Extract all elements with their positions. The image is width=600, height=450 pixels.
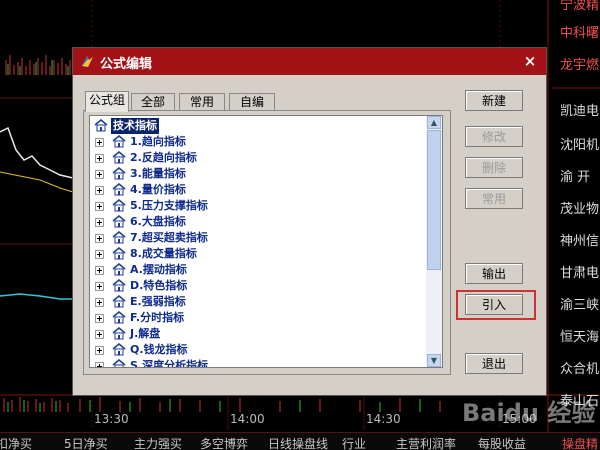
tab-custom[interactable]: 自编 [229,93,275,111]
expand-icon[interactable] [95,330,104,339]
tree-item-label: 7.超买超卖指标 [130,231,208,244]
indicator-tab[interactable]: 操盘精 [562,435,598,450]
indicator-tab[interactable]: 日线操盘线 [268,435,328,450]
stock-name[interactable]: 渝 开 [552,166,600,190]
home-icon [112,263,126,276]
tab-common[interactable]: 常用 [179,93,225,111]
stock-name[interactable]: 沈阳机 [552,134,600,158]
expand-icon[interactable] [95,282,104,291]
new-button[interactable]: 新建 [465,90,523,111]
expand-icon[interactable] [95,266,104,275]
home-icon [112,183,126,196]
scroll-thumb[interactable] [427,130,441,270]
stock-name[interactable]: 恒天海 [552,326,600,350]
export-button[interactable]: 输出 [465,263,523,284]
home-icon [112,151,126,164]
home-icon [112,279,126,292]
delete-button[interactable]: 删除 [465,157,523,178]
stock-name[interactable]: 龙宇燃 [552,54,600,78]
tree-item-label: E.强弱指标 [130,295,186,308]
import-highlight-box [456,290,536,320]
expand-icon[interactable] [95,362,104,367]
stock-name[interactable]: 众合机 [552,358,600,382]
expand-icon[interactable] [95,346,104,355]
home-icon [112,215,126,228]
stock-name[interactable]: 甘肃电 [552,262,600,286]
home-icon [112,343,126,356]
tree-item-label: 4.量价指标 [130,183,186,196]
home-icon [112,327,126,340]
app-logo-icon [82,56,93,67]
tree-item-label: 3.能量指标 [130,167,186,180]
formula-editor-dialog: 公式编辑 × 公式组 全部 常用 自编 技术指标 1.趋向指标 2.反趋向指标 3.… [73,48,546,395]
indicator-tab-bar: 扣净买 5日净买 主力强买 多空博弈 日线操盘线 行业 主营利润率 每股收益 操… [0,432,600,450]
tree-root-label: 技术指标 [111,118,159,134]
tree-item-label: S.深度分析指标 [130,359,209,368]
home-icon [112,311,126,324]
stock-name[interactable]: 渝三峡 [552,294,600,318]
home-icon [94,119,108,132]
stock-name[interactable]: 凯迪电 [552,100,600,124]
tree-item-label: F.分时指标 [130,311,185,324]
expand-icon[interactable] [95,170,104,179]
tab-formula-group[interactable]: 公式组 [85,91,129,112]
home-icon [112,359,126,367]
time-label: 13:30 [94,412,129,426]
time-label: 14:30 [366,412,401,426]
scroll-up-icon[interactable]: ▲ [427,116,441,129]
indicator-tab[interactable]: 主力强买 [134,435,182,450]
expand-icon[interactable] [95,154,104,163]
indicator-tab[interactable]: 多空博弈 [200,435,248,450]
indicator-tab[interactable]: 主营利润率 [396,435,456,450]
tree-item-label: 2.反趋向指标 [130,151,197,164]
expand-icon[interactable] [95,234,104,243]
baidu-watermark: Baidu 经验 [462,399,596,427]
expand-icon[interactable] [95,298,104,307]
stock-name[interactable]: 中科曙 [552,22,600,46]
home-icon [112,199,126,212]
tab-all[interactable]: 全部 [131,93,175,111]
tree-item-label: 5.压力支撑指标 [130,199,208,212]
tree-item-label: 6.大盘指标 [130,215,186,228]
modify-button[interactable]: 修改 [465,126,523,147]
indicator-tab[interactable]: 行业 [342,435,366,450]
stock-name[interactable]: 宁波精 [552,0,600,18]
time-label: 14:00 [230,412,265,426]
tree-scrollbar[interactable]: ▲ ▼ [426,116,442,367]
exit-button[interactable]: 退出 [465,353,523,374]
indicator-tab[interactable]: 5日净买 [64,435,108,450]
expand-icon[interactable] [95,250,104,259]
dialog-title: 公式编辑 [100,57,153,72]
indicator-tab[interactable]: 扣净买 [0,435,32,450]
home-icon [112,247,126,260]
expand-icon[interactable] [95,218,104,227]
stock-name[interactable]: 神州信 [552,230,600,254]
expand-icon[interactable] [95,138,104,147]
tree-item-label: A.摆动指标 [130,263,187,276]
home-icon [112,167,126,180]
home-icon [112,135,126,148]
formula-tree[interactable]: 技术指标 1.趋向指标 2.反趋向指标 3.能量指标 4.量价指标 5.压力支撑指标 6.… [89,115,443,368]
common-button[interactable]: 常用 [465,188,523,209]
indicator-tab[interactable]: 每股收益 [478,435,526,450]
tree-item-label: J.解盘 [130,327,161,340]
stock-name[interactable]: 茂业物 [552,198,600,222]
expand-icon[interactable] [95,314,104,323]
tree-item-label: D.特色指标 [130,279,188,292]
tree-item-label: 1.趋向指标 [130,135,186,148]
dialog-titlebar[interactable]: 公式编辑 × [73,48,546,75]
tree-item-label: 8.成交量指标 [130,247,197,260]
scroll-down-icon[interactable]: ▼ [427,354,441,367]
tree-item-label: Q.钱龙指标 [130,343,188,356]
expand-icon[interactable] [95,186,104,195]
expand-icon[interactable] [95,202,104,211]
close-icon[interactable]: × [522,53,538,69]
home-icon [112,295,126,308]
home-icon [112,231,126,244]
